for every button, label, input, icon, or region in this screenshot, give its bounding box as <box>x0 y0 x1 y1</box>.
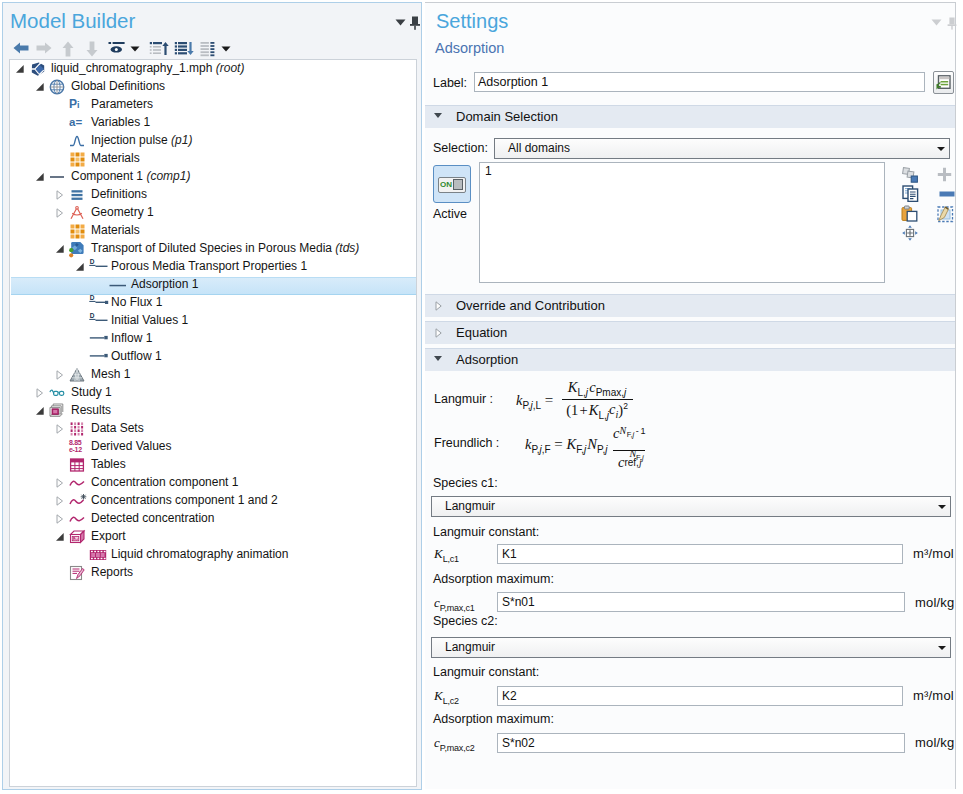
svg-text:D: D <box>90 295 95 301</box>
svg-text:D: D <box>90 259 95 265</box>
svg-text:D: D <box>90 313 95 319</box>
